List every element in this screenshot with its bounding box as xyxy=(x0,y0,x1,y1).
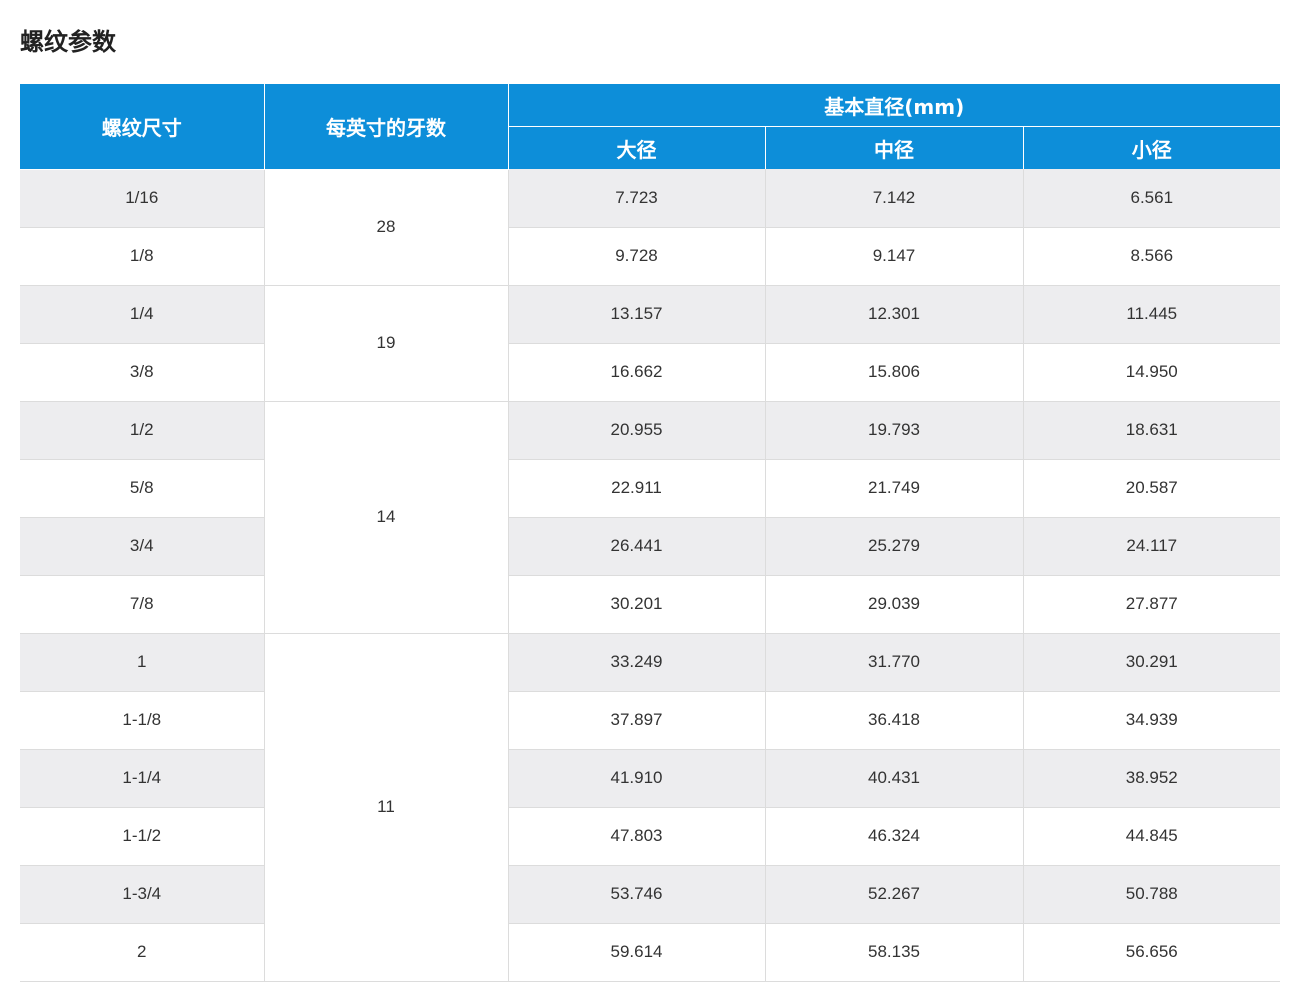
cell-thread-size: 1-1/8 xyxy=(20,691,264,750)
cell-major-diameter: 13.157 xyxy=(507,285,765,344)
cell-thread-size: 1/4 xyxy=(20,285,264,344)
table-row: 3/4 26.441 25.279 24.117 xyxy=(20,517,1281,576)
cell-thread-size: 1 xyxy=(20,633,264,692)
cell-thread-size: 1/8 xyxy=(20,227,264,286)
cell-major-diameter: 37.897 xyxy=(507,691,765,750)
cell-thread-size: 1/2 xyxy=(20,401,264,460)
cell-threads-per-inch: 11 xyxy=(263,633,508,982)
table-header: 螺纹尺寸 每英寸的牙数 基本直径(mm) 大径 中径 小径 xyxy=(20,84,1281,170)
table-row: 1/8 9.728 9.147 8.566 xyxy=(20,227,1281,286)
cell-pitch-diameter: 46.324 xyxy=(764,807,1023,866)
table-row: 1/2 14 20.955 19.793 18.631 xyxy=(20,401,1281,634)
cell-pitch-diameter: 52.267 xyxy=(764,865,1023,924)
cell-pitch-diameter: 25.279 xyxy=(764,517,1023,576)
cell-pitch-diameter: 29.039 xyxy=(764,575,1023,634)
cell-threads-per-inch: 19 xyxy=(263,285,508,402)
cell-minor-diameter: 50.788 xyxy=(1022,865,1281,924)
cell-thread-size: 1-3/4 xyxy=(20,865,264,924)
table-row: 1 11 33.249 31.770 30.291 xyxy=(20,633,1281,982)
cell-minor-diameter: 38.952 xyxy=(1022,749,1281,808)
cell-major-diameter: 41.910 xyxy=(507,749,765,808)
table-row: 7/8 30.201 29.039 27.877 xyxy=(20,575,1281,634)
cell-minor-diameter: 6.561 xyxy=(1022,169,1281,228)
cell-minor-diameter: 44.845 xyxy=(1022,807,1281,866)
cell-major-diameter: 59.614 xyxy=(507,923,765,982)
cell-threads-per-inch: 14 xyxy=(263,401,508,634)
cell-pitch-diameter: 12.301 xyxy=(764,285,1023,344)
cell-minor-diameter: 8.566 xyxy=(1022,227,1281,286)
cell-thread-size: 5/8 xyxy=(20,459,264,518)
cell-pitch-diameter: 9.147 xyxy=(764,227,1023,286)
cell-pitch-diameter: 21.749 xyxy=(764,459,1023,518)
table-row: 3/8 16.662 15.806 14.950 xyxy=(20,343,1281,402)
cell-pitch-diameter: 7.142 xyxy=(764,169,1023,228)
table-body: 1/16 28 7.723 7.142 6.561 1/8 9.728 9.14… xyxy=(20,169,1281,982)
cell-thread-size: 1-1/2 xyxy=(20,807,264,866)
cell-thread-size: 1/16 xyxy=(20,169,264,228)
cell-pitch-diameter: 15.806 xyxy=(764,343,1023,402)
cell-pitch-diameter: 31.770 xyxy=(764,633,1023,692)
cell-minor-diameter: 34.939 xyxy=(1022,691,1281,750)
cell-minor-diameter: 11.445 xyxy=(1022,285,1281,344)
page-title: 螺纹参数 xyxy=(20,28,116,56)
header-minor-diameter: 小径 xyxy=(1022,126,1281,169)
cell-minor-diameter: 24.117 xyxy=(1022,517,1281,576)
cell-pitch-diameter: 40.431 xyxy=(764,749,1023,808)
table-row: 1-1/2 47.803 46.324 44.845 xyxy=(20,807,1281,866)
cell-major-diameter: 22.911 xyxy=(507,459,765,518)
table-row: 1/16 28 7.723 7.142 6.561 xyxy=(20,169,1281,286)
cell-major-diameter: 20.955 xyxy=(507,401,765,460)
cell-pitch-diameter: 36.418 xyxy=(764,691,1023,750)
cell-major-diameter: 9.728 xyxy=(507,227,765,286)
table-row: 5/8 22.911 21.749 20.587 xyxy=(20,459,1281,518)
header-major-diameter: 大径 xyxy=(508,126,766,169)
cell-major-diameter: 33.249 xyxy=(507,633,765,692)
header-threads-per-inch: 每英寸的牙数 xyxy=(263,84,509,170)
cell-minor-diameter: 30.291 xyxy=(1022,633,1281,692)
header-pitch-diameter: 中径 xyxy=(764,126,1024,169)
cell-major-diameter: 53.746 xyxy=(507,865,765,924)
cell-thread-size: 3/4 xyxy=(20,517,264,576)
table-row: 1/4 19 13.157 12.301 11.445 xyxy=(20,285,1281,402)
header-thread-size: 螺纹尺寸 xyxy=(20,84,265,170)
cell-thread-size: 3/8 xyxy=(20,343,264,402)
cell-major-diameter: 47.803 xyxy=(507,807,765,866)
cell-minor-diameter: 14.950 xyxy=(1022,343,1281,402)
cell-minor-diameter: 18.631 xyxy=(1022,401,1281,460)
table-row: 1-3/4 53.746 52.267 50.788 xyxy=(20,865,1281,924)
cell-minor-diameter: 27.877 xyxy=(1022,575,1281,634)
cell-pitch-diameter: 19.793 xyxy=(764,401,1023,460)
cell-major-diameter: 16.662 xyxy=(507,343,765,402)
cell-thread-size: 7/8 xyxy=(20,575,264,634)
cell-major-diameter: 26.441 xyxy=(507,517,765,576)
cell-pitch-diameter: 58.135 xyxy=(764,923,1023,982)
table-row: 1-1/4 41.910 40.431 38.952 xyxy=(20,749,1281,808)
cell-thread-size: 2 xyxy=(20,923,264,982)
header-row-1: 螺纹尺寸 每英寸的牙数 基本直径(mm) xyxy=(20,84,1281,170)
table-row: 1-1/8 37.897 36.418 34.939 xyxy=(20,691,1281,750)
cell-thread-size: 1-1/4 xyxy=(20,749,264,808)
table-row: 2 59.614 58.135 56.656 xyxy=(20,923,1281,982)
cell-threads-per-inch: 28 xyxy=(263,169,508,286)
header-basic-diameter: 基本直径(mm) xyxy=(507,84,1281,127)
cell-minor-diameter: 20.587 xyxy=(1022,459,1281,518)
cell-minor-diameter: 56.656 xyxy=(1022,923,1281,982)
thread-parameters-table: 螺纹尺寸 每英寸的牙数 基本直径(mm) 大径 中径 小径 1/16 28 7.… xyxy=(20,84,1281,982)
cell-major-diameter: 7.723 xyxy=(507,169,765,228)
page: 螺纹参数 螺纹尺寸 每英寸的牙数 基本直径(mm) 大径 中径 小径 1/16 … xyxy=(0,0,1300,1006)
cell-major-diameter: 30.201 xyxy=(507,575,765,634)
